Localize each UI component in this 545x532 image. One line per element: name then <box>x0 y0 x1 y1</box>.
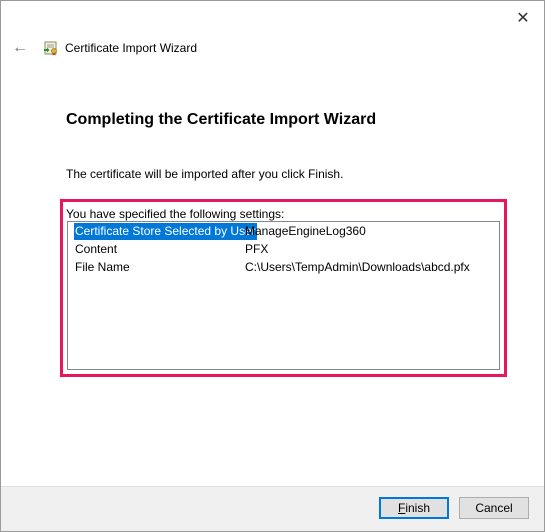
settings-listbox[interactable]: Certificate Store Selected by User Manag… <box>67 221 500 370</box>
wizard-window: ✕ ← Certificate Import Wizard Completing… <box>0 0 545 532</box>
setting-value: PFX <box>245 242 269 256</box>
page-heading: Completing the Certificate Import Wizard <box>66 111 377 128</box>
setting-key: Certificate Store Selected by User <box>73 222 258 241</box>
certificate-icon <box>44 41 57 56</box>
finish-button[interactable]: Finish <box>379 497 449 519</box>
button-bar: Finish Cancel <box>1 486 544 531</box>
back-button[interactable]: ← <box>11 39 29 57</box>
setting-value: C:\Users\TempAdmin\Downloads\abcd.pfx <box>245 260 470 274</box>
finish-accesskey: F <box>397 501 406 515</box>
close-button[interactable]: ✕ <box>508 5 538 31</box>
cancel-button[interactable]: Cancel <box>459 497 529 519</box>
setting-key: Content <box>75 242 118 256</box>
setting-key: File Name <box>75 260 130 274</box>
intro-text: The certificate will be imported after y… <box>66 167 344 181</box>
wizard-header: ← Certificate Import Wizard <box>11 39 197 57</box>
wizard-title: Certificate Import Wizard <box>65 41 198 55</box>
finish-label: inish <box>405 501 431 515</box>
back-arrow-icon: ← <box>12 39 28 56</box>
close-icon: ✕ <box>516 10 530 27</box>
setting-value: ManageEngineLog360 <box>245 224 366 238</box>
settings-label: You have specified the following setting… <box>66 207 285 221</box>
